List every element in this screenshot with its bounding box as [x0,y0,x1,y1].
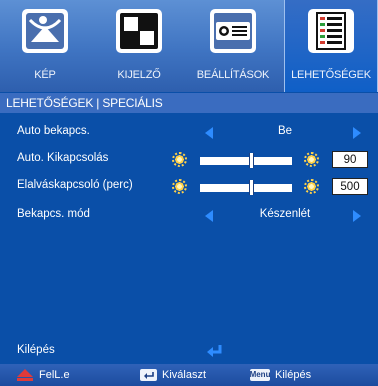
footer-quit-label: Kilépés [275,369,312,381]
sleep-timer-slider-knob[interactable] [248,180,254,195]
right-arrow-icon[interactable] [353,210,361,222]
tab-beallitasok[interactable]: BEÁLLÍTÁSOK [188,0,278,92]
footer-back: FelL.e [16,364,70,386]
left-arrow-icon[interactable] [205,127,213,139]
breadcrumb: LEHETŐSÉGEK | SPECIÁLIS [0,93,378,113]
brightness-low-icon [172,179,187,194]
sleep-timer-label: Elalváskapcsoló (perc) [17,179,133,191]
footer-select: Kiválaszt [140,364,206,386]
tab-kep[interactable]: KÉP [0,0,90,92]
tab-label: LEHETŐSÉGEK [291,69,371,81]
right-arrow-icon[interactable] [353,127,361,139]
brightness-high-icon [304,152,319,167]
auto-power-on-label: Auto bekapcs. [17,125,90,137]
auto-power-off-row[interactable]: Auto. Kikapcsolás 90 [0,149,378,169]
footer-hint-bar: FelL.e Kiválaszt Menu Kilépés [0,364,378,386]
projector-icon [210,9,256,53]
exit-row[interactable]: Kilépés [0,342,378,362]
tab-label: KÉP [34,69,56,81]
enter-key-icon [140,369,157,381]
left-arrow-icon[interactable] [205,210,213,222]
menu-key-icon: Menu [249,369,271,381]
footer-back-label: FelL.e [39,369,70,381]
menu-tab-bar: KÉP KIJELZŐ BEÁLLÍTÁSOK LEHETŐSÉGEK [0,0,378,92]
auto-power-on-value: Be [277,125,293,137]
tab-label: BEÁLLÍTÁSOK [196,69,270,81]
up-arrow-icon [17,369,33,381]
power-mode-label: Bekapcs. mód [17,208,90,220]
brightness-high-icon [304,179,319,194]
display-icon [116,9,162,53]
options-list-icon [308,9,354,53]
auto-power-on-row[interactable]: Auto bekapcs. Be [0,122,378,142]
brightness-low-icon [172,152,187,167]
auto-power-off-slider-knob[interactable] [248,153,254,168]
exit-label: Kilépés [17,344,55,356]
power-mode-row[interactable]: Bekapcs. mód Készenlét [0,205,378,225]
auto-power-off-value: 90 [332,151,368,168]
tab-lehetosegek[interactable]: LEHETŐSÉGEK [284,0,378,92]
power-mode-value: Készenlét [259,208,311,220]
tab-kijelzo[interactable]: KIJELZŐ [94,0,184,92]
sleep-timer-value: 500 [332,178,368,195]
picture-icon [22,9,68,53]
tab-label: KIJELZŐ [117,69,161,81]
sleep-timer-slider-track[interactable] [200,184,292,192]
auto-power-off-slider-track[interactable] [200,157,292,165]
footer-select-label: Kiválaszt [162,369,207,381]
sleep-timer-row[interactable]: Elalváskapcsoló (perc) 500 [0,176,378,196]
enter-icon[interactable] [206,344,224,358]
auto-power-off-label: Auto. Kikapcsolás [17,152,109,164]
footer-quit: Menu Kilépés [250,364,311,386]
